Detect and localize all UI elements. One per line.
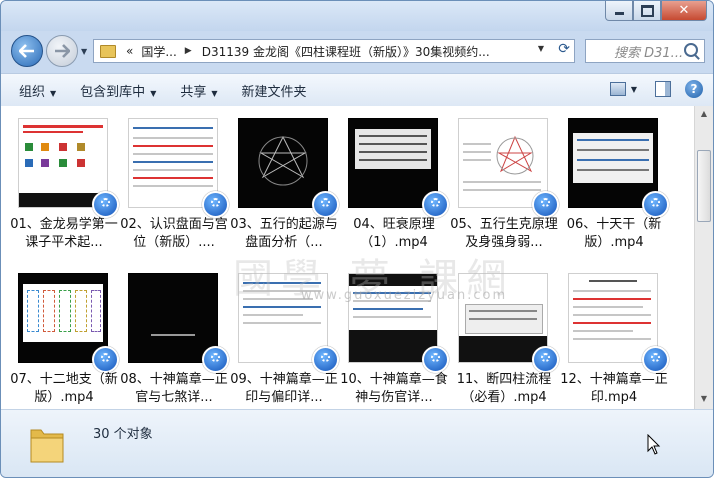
refresh-icon[interactable]: ⟳ [558,41,570,57]
scroll-up-icon[interactable]: ▲ [698,109,710,121]
share-menu[interactable]: 共享 ▼ [180,81,217,100]
share-label: 共享 [180,84,207,100]
view-options-dropdown-icon[interactable]: ▼ [631,85,637,94]
video-file-icon [642,191,669,218]
video-file-icon [532,191,559,218]
close-icon: ✕ [678,3,690,18]
pentagram-diagram [496,135,534,175]
file-item[interactable]: 12、十神篇章—正印.mp4 [559,267,669,409]
video-file-icon [422,346,449,373]
file-item[interactable]: 08、十神篇章—正官与七煞详... [119,267,229,409]
file-name: 01、金龙易学第一课子平术起... [10,217,118,250]
file-name: 07、十二地支（新版）.mp4 [10,372,118,405]
navigation-row: ▼ « 国学... ▶ D31139 金龙阁《四柱课程班（新版）》30集视频约.… [1,31,713,71]
minimize-icon [614,12,624,15]
folder-icon [30,429,64,463]
video-file-icon [202,191,229,218]
file-name: 10、十神篇章—食神与伤官详... [340,372,448,405]
preview-pane-icon[interactable] [655,81,671,97]
file-name: 08、十神篇章—正官与七煞详... [120,372,228,405]
chevron-down-icon: ▼ [150,88,157,98]
mouse-pointer-icon [647,434,661,455]
video-file-icon [92,191,119,218]
maximize-button[interactable] [633,1,661,21]
breadcrumb-current[interactable]: D31139 金龙阁《四柱课程班（新版）》30集视频约... [202,43,490,60]
file-item[interactable]: 01、金龙易学第一课子平术起... [9,112,119,260]
video-file-icon [422,191,449,218]
back-arrow-icon [19,44,34,58]
file-name: 06、十天干（新版）.mp4 [566,217,662,250]
chevron-down-icon: ▼ [211,88,218,98]
video-file-icon [312,346,339,373]
help-icon[interactable]: ? [685,80,703,98]
back-button[interactable] [11,35,43,67]
video-file-icon [532,346,559,373]
breadcrumb-overflow[interactable]: « [126,44,133,58]
vertical-scrollbar[interactable]: ▲ ▼ [694,106,713,409]
chevron-down-icon: ▼ [50,88,57,98]
scrollbar-thumb[interactable] [697,150,711,222]
file-item[interactable]: 05、五行生克原理及身强身弱... [449,112,559,260]
organize-label: 组织 [19,84,46,100]
file-item[interactable]: 06、十天干（新版）.mp4 [559,112,669,260]
file-list-pane: 01、金龙易学第一课子平术起... 02、认识盘面与宫位（新版）.... 03、… [1,106,713,409]
file-item[interactable]: 04、旺衰原理（1）.mp4 [339,112,449,260]
video-file-icon [92,346,119,373]
minimize-button[interactable] [605,1,633,21]
search-placeholder: 搜索 D31... [614,45,684,61]
search-icon[interactable] [684,43,698,57]
file-item[interactable]: 07、十二地支（新版）.mp4 [9,267,119,409]
search-input[interactable]: 搜索 D31... [585,39,705,63]
explorer-window: ✕ ▼ « 国学... ▶ D31139 金龙阁《四柱课程班（新版）》30集视频… [0,0,714,478]
file-name: 11、断四柱流程（必看）.mp4 [456,372,552,405]
details-pane: 30 个对象 [1,409,713,477]
toolbar-right: ▼ ? [609,80,703,98]
organize-menu[interactable]: 组织 ▼ [19,81,56,100]
address-bar[interactable]: « 国学... ▶ D31139 金龙阁《四柱课程班（新版）》30集视频约...… [93,39,575,63]
video-file-icon [202,346,229,373]
video-file-icon [312,191,339,218]
change-view-icon[interactable] [609,82,626,96]
file-item[interactable]: 02、认识盘面与宫位（新版）.... [119,112,229,260]
breadcrumb-separator-icon[interactable]: ▶ [185,46,192,56]
include-library-label: 包含到库中 [80,84,146,100]
video-file-icon [642,346,669,373]
item-count: 30 个对象 [93,427,153,442]
forward-button[interactable] [46,35,78,67]
file-name: 02、认识盘面与宫位（新版）.... [120,217,228,250]
window-controls: ✕ [605,1,707,21]
forward-arrow-icon [55,44,70,58]
file-name: 09、十神篇章—正印与偏印详... [230,372,338,405]
title-bar: ✕ [1,1,713,31]
include-in-library-menu[interactable]: 包含到库中 ▼ [80,81,156,100]
pentagram-diagram [258,135,308,186]
recent-pages-dropdown[interactable]: ▼ [81,47,87,56]
address-dropdown-icon[interactable]: ▼ [538,44,544,53]
maximize-icon [640,4,654,17]
watermark-url: www.guoxuezizyuan.com [301,288,508,303]
new-folder-button[interactable]: 新建文件夹 [242,81,307,100]
close-button[interactable]: ✕ [661,1,707,21]
breadcrumb-item[interactable]: 国学... [141,43,176,60]
command-bar: 组织 ▼ 包含到库中 ▼ 共享 ▼ 新建文件夹 ▼ ? [1,73,713,107]
file-item[interactable]: 03、五行的起源与盘面分析（... [229,112,339,260]
scroll-down-icon[interactable]: ▼ [698,394,710,406]
folder-icon [100,44,116,58]
file-name: 12、十神篇章—正印.mp4 [560,372,668,405]
